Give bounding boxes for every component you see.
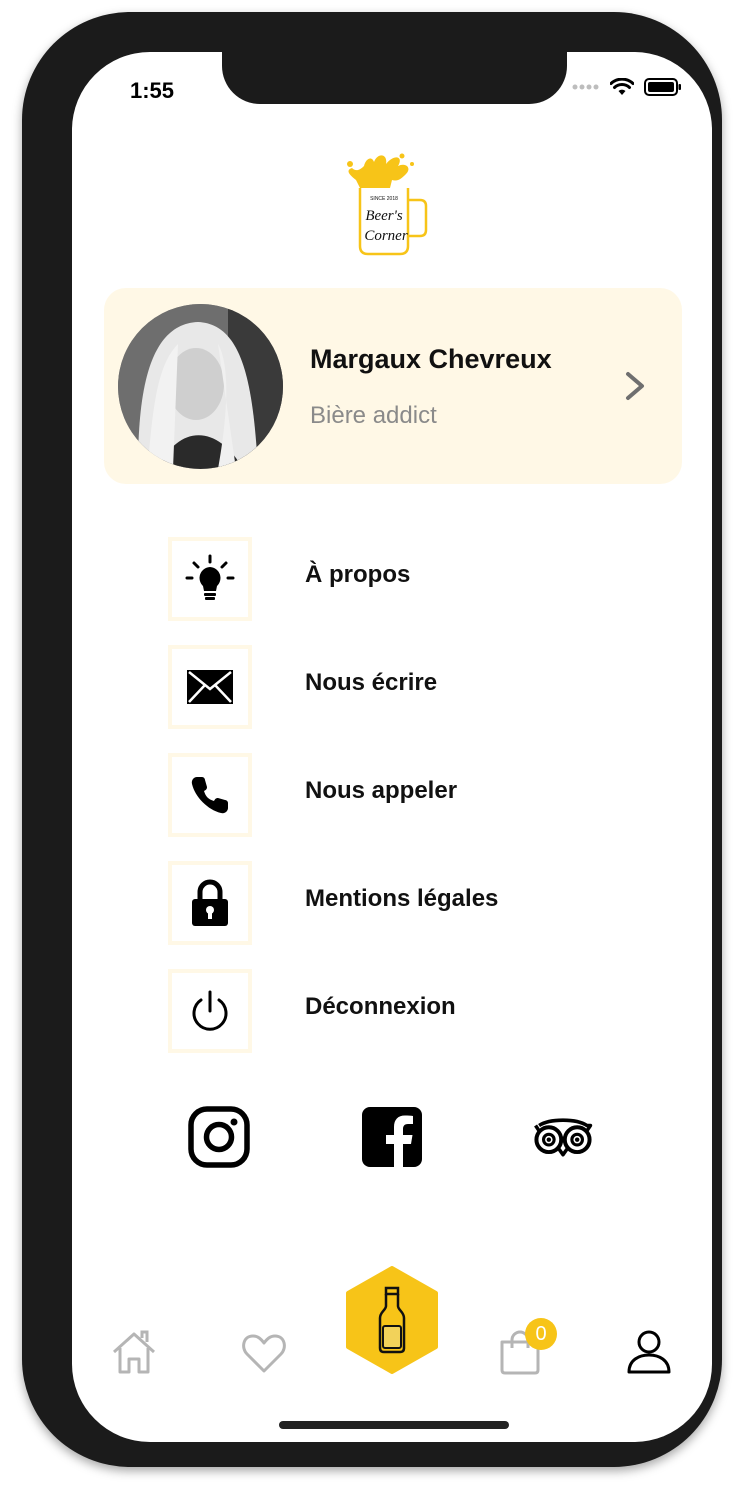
chevron-right-icon[interactable] xyxy=(620,366,650,406)
wifi-icon xyxy=(610,78,634,95)
menu-item-deconnexion[interactable]: Déconnexion xyxy=(168,969,628,1053)
logo-since-text: SINCE 2018 xyxy=(370,196,398,202)
tripadvisor-icon[interactable] xyxy=(532,1106,594,1168)
menu-icon-box xyxy=(168,645,252,729)
home-icon[interactable] xyxy=(110,1328,158,1376)
beer-bottle-button[interactable] xyxy=(344,1266,440,1374)
facebook-icon[interactable] xyxy=(361,1106,423,1168)
menu-icon-box xyxy=(168,861,252,945)
home-indicator[interactable] xyxy=(279,1421,509,1429)
profile-name: Margaux Chevreux xyxy=(310,344,552,374)
heart-icon[interactable] xyxy=(240,1328,288,1376)
menu-icon-box xyxy=(168,969,252,1053)
menu-label: Nous écrire xyxy=(305,669,438,696)
menu-icon-box xyxy=(168,537,252,621)
profile-card[interactable]: Margaux Chevreux Bière addict xyxy=(104,288,682,484)
instagram-icon[interactable] xyxy=(188,1106,250,1168)
menu-label: Mentions légales xyxy=(305,885,499,912)
lightbulb-icon xyxy=(185,554,235,600)
power-icon xyxy=(192,990,228,1031)
avatar xyxy=(118,304,283,469)
menu-item-mentions-legales[interactable]: Mentions légales xyxy=(168,861,628,945)
cart-count-badge: 0 xyxy=(525,1318,557,1350)
cellular-signal-icon xyxy=(572,84,599,90)
menu-icon-box xyxy=(168,753,252,837)
phone-frame: 1:55 SINCE 2018 Beer's Corner Margaux Ch… xyxy=(22,12,722,1467)
menu-label: À propos xyxy=(305,561,411,588)
logo-text-line1: Beer's xyxy=(365,208,403,224)
lock-icon xyxy=(192,879,228,926)
menu-item-a-propos[interactable]: À propos xyxy=(168,537,628,621)
phone-icon xyxy=(191,777,228,814)
envelope-icon xyxy=(187,670,233,704)
menu-item-nous-appeler[interactable]: Nous appeler xyxy=(168,753,628,837)
profile-subtitle: Bière addict xyxy=(310,402,437,429)
device-notch xyxy=(222,52,567,104)
menu-label: Déconnexion xyxy=(305,993,456,1020)
menu-label: Nous appeler xyxy=(305,777,458,804)
avatar-photo xyxy=(118,304,283,469)
app-screen: 1:55 SINCE 2018 Beer's Corner Margaux Ch… xyxy=(72,52,712,1442)
logo-text-line2: Corner xyxy=(364,228,408,244)
battery-icon xyxy=(644,78,681,96)
user-icon[interactable] xyxy=(625,1328,673,1376)
beers-corner-logo: SINCE 2018 Beer's Corner xyxy=(347,153,428,256)
status-time: 1:55 xyxy=(130,78,175,103)
menu-item-nous-ecrire[interactable]: Nous écrire xyxy=(168,645,628,729)
status-icons xyxy=(572,78,682,96)
